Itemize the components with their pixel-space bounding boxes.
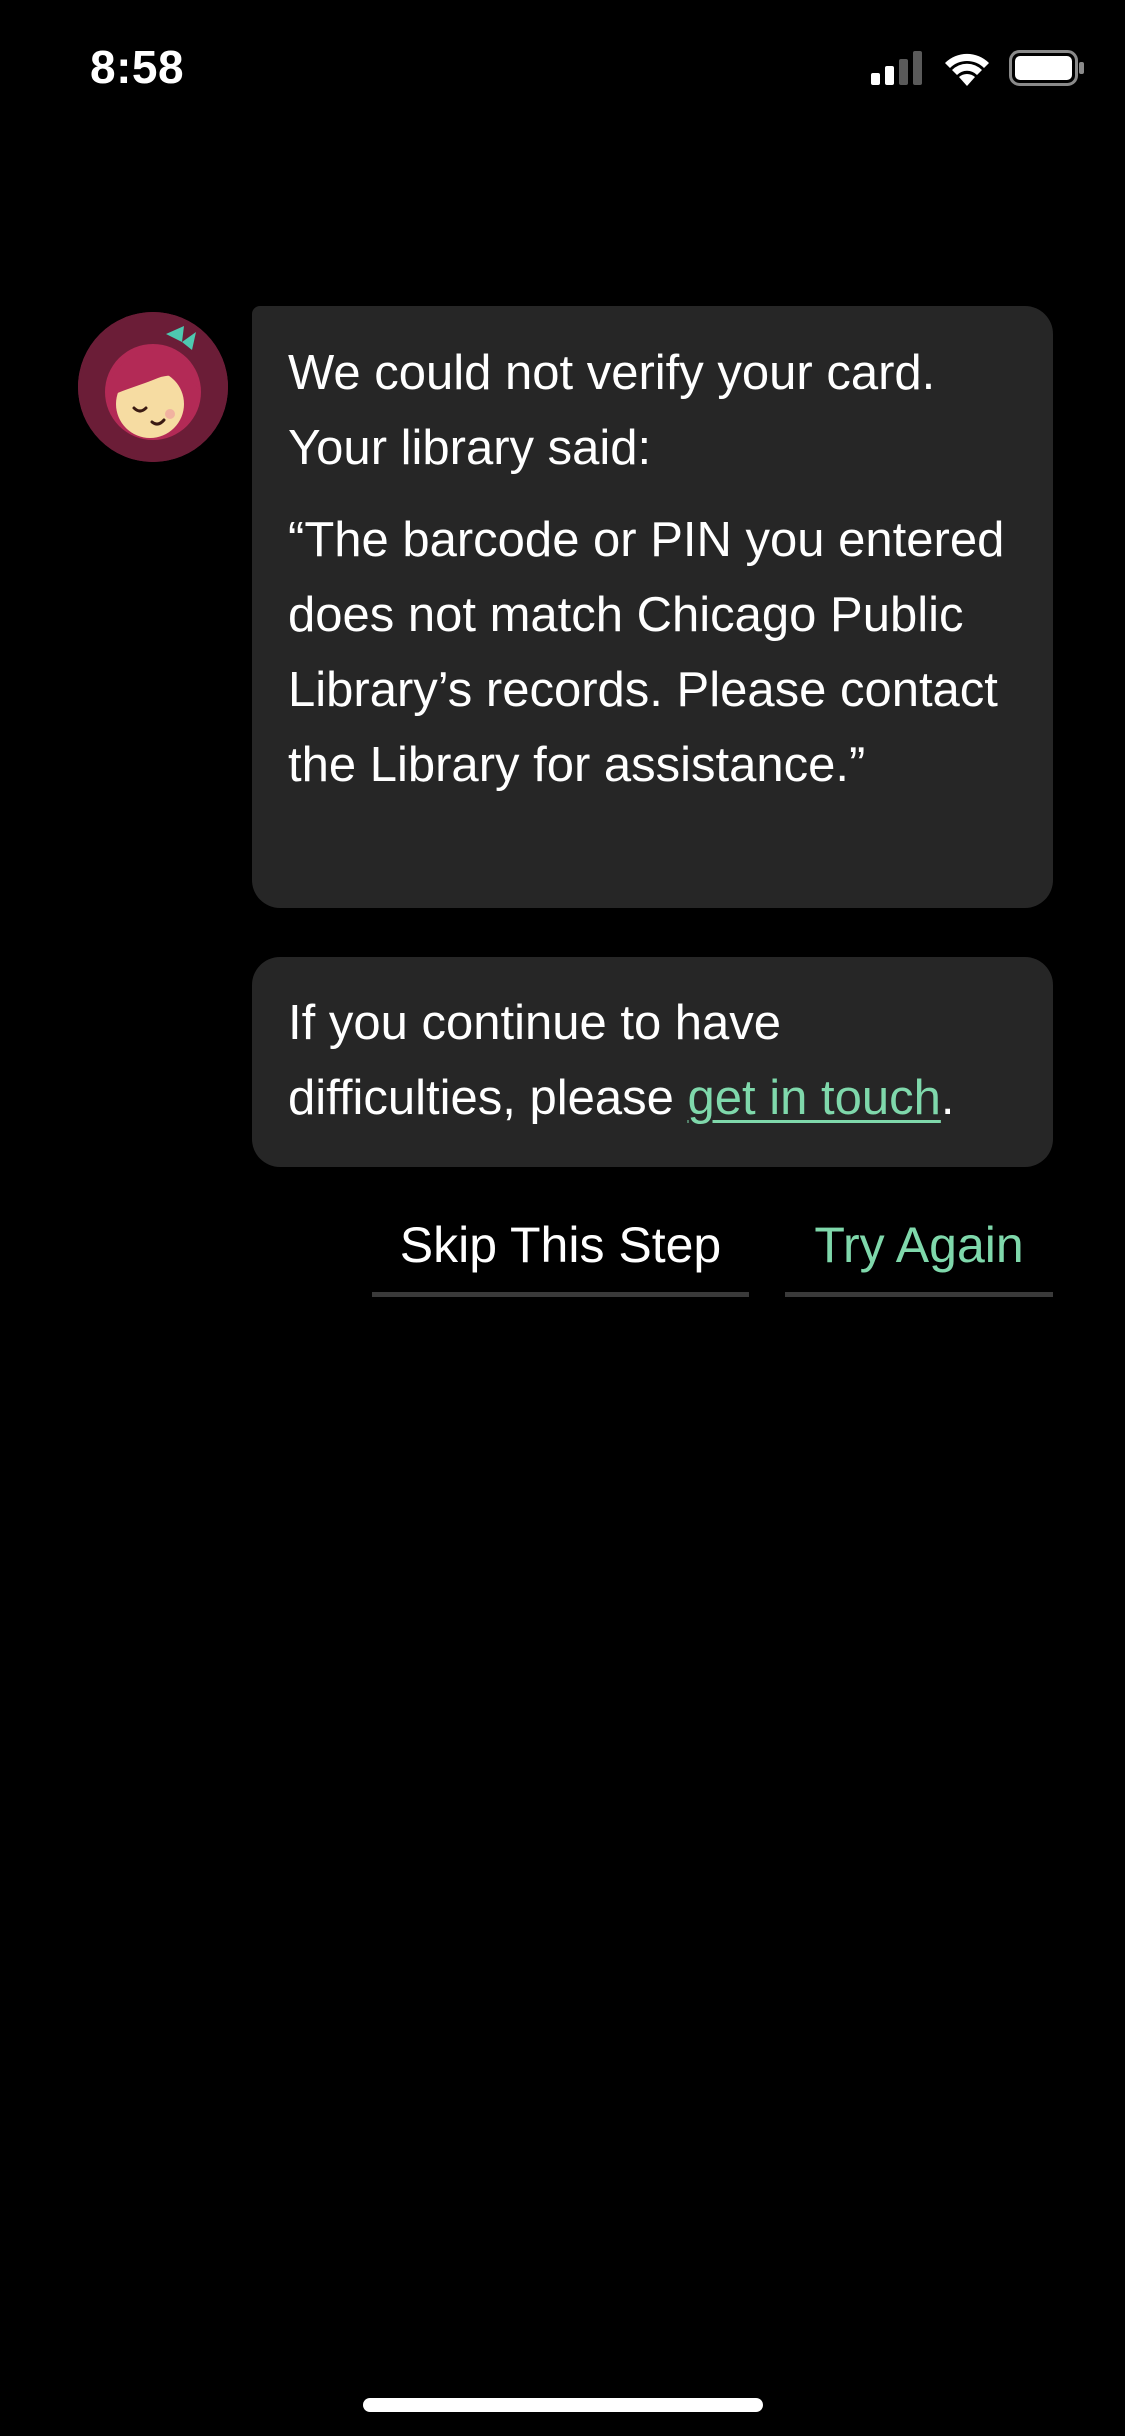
- home-indicator[interactable]: [363, 2398, 763, 2412]
- message-intro: We could not verify your card. Your libr…: [288, 346, 936, 475]
- battery-icon: [1009, 50, 1085, 86]
- status-time: 8:58: [90, 41, 185, 93]
- status-icons: [871, 50, 1085, 86]
- message-help-suffix: .: [940, 1071, 955, 1125]
- libby-avatar-icon: [78, 312, 228, 462]
- message-bubble-verification-error: We could not verify your card. Your libr…: [252, 306, 1053, 908]
- message-bubble-help: If you continue to have difficulties, pl…: [252, 957, 1053, 1167]
- cellular-signal-icon: [871, 51, 925, 85]
- message-quote: “The barcode or PIN you entered does not…: [288, 513, 1005, 792]
- get-in-touch-link[interactable]: get in touch: [688, 1071, 941, 1125]
- try-again-button[interactable]: Try Again: [785, 1205, 1053, 1297]
- wifi-icon: [943, 50, 991, 86]
- skip-this-step-button[interactable]: Skip This Step: [372, 1205, 749, 1297]
- status-bar: 8:58: [0, 0, 1125, 132]
